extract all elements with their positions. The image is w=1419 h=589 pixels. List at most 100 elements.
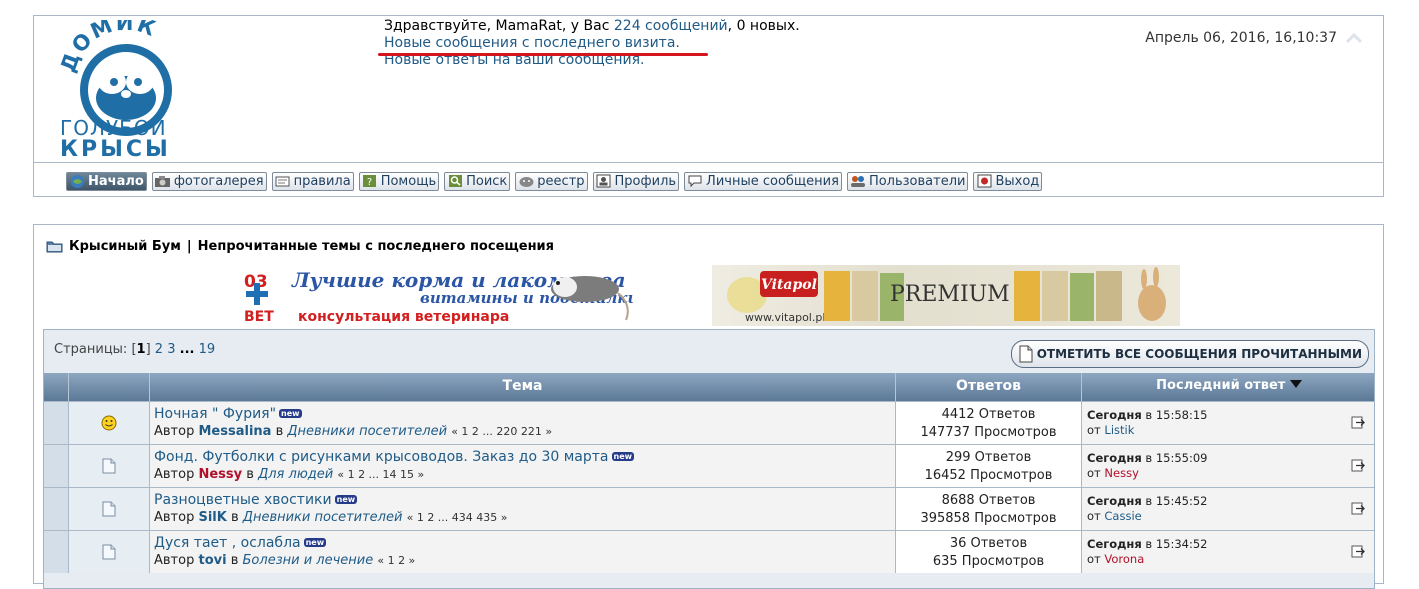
exit-icon [974, 173, 994, 190]
last-post-user-link[interactable]: Cassie [1104, 509, 1141, 523]
nav-logout-label: Выход [995, 173, 1040, 189]
topic-pages[interactable]: « 1 2 ... 14 15 » [337, 468, 424, 481]
breadcrumb-separator: | [186, 239, 192, 254]
last-post-cell: Сегодня в 15:34:52 от Vorona [1081, 531, 1374, 573]
topic-pages[interactable]: « 1 2 ... 220 221 » [451, 425, 552, 438]
table-row: Разноцветные хвостики new Автор SilK в Дн… [44, 487, 1374, 530]
topic-meta: Автор tovi в Болезни и лечение « 1 2 » [154, 553, 895, 568]
scroll-icon [273, 173, 293, 190]
svg-text:консультация ветеринара: консультация ветеринара [298, 309, 509, 325]
topic-link[interactable]: Фонд. Футболки с рисунками крысоводов. З… [154, 449, 609, 465]
topic-meta: Автор SilK в Дневники посетителей « 1 2 … [154, 510, 895, 525]
pet-food-banner[interactable]: 03 ВЕТ Лучшие корма и лакомства витамины… [240, 265, 638, 326]
nav-users[interactable]: Пользователи [846, 171, 969, 191]
goto-last-post-icon[interactable] [1351, 502, 1365, 515]
table-header: Тема Ответов Последний ответ [44, 373, 1374, 401]
nav-home-label: Начало [88, 173, 144, 189]
subforum-link[interactable]: Болезни и лечение [243, 553, 374, 568]
search-icon [445, 173, 465, 190]
new-badge[interactable]: new [334, 495, 358, 504]
nav-users-label: Пользователи [868, 173, 966, 189]
topic-link[interactable]: Разноцветные хвостики [154, 492, 332, 508]
row-status-cell [44, 445, 68, 487]
site-logo[interactable]: ДОМИК ГОЛУБОЙ КРЫСЫ [56, 20, 196, 160]
subforum-link[interactable]: Для людей [258, 467, 333, 482]
nav-gallery-label: фотогалерея [173, 173, 264, 189]
stats-cell: 4412 Ответов 147737 Просмотров [895, 402, 1081, 444]
topic-pages[interactable]: « 1 2 ... 434 435 » [407, 511, 508, 524]
reply-count: 36 Ответов [949, 536, 1028, 551]
nav-gallery[interactable]: фотогалерея [151, 171, 267, 191]
page-link-last[interactable]: 19 [199, 342, 216, 357]
topic-link[interactable]: Дуся тает , ослабла [154, 535, 301, 551]
nav-help-label: Помощь [380, 173, 437, 189]
stats-cell: 36 Ответов 635 Просмотров [895, 531, 1081, 573]
table-row: Ночная " Фурия" new Автор Messalina в Дне… [44, 401, 1374, 444]
author-link[interactable]: SilK [198, 510, 226, 525]
last-post-user-link[interactable]: Listik [1104, 423, 1134, 437]
author-link[interactable]: Nessy [198, 467, 242, 482]
breadcrumb-forum-link[interactable]: Крысиный Бум [69, 239, 181, 254]
table-row: Дуся тает , ослабла new Автор tovi в Боле… [44, 530, 1374, 573]
in-word: в [230, 510, 239, 525]
last-post-day: Сегодня [1087, 494, 1142, 508]
messages-count-link[interactable]: 224 сообщений [614, 18, 728, 34]
row-icon-cell [68, 445, 149, 487]
page-link[interactable]: 3 [167, 342, 175, 357]
nav-logout[interactable]: Выход [973, 171, 1043, 191]
last-post-day: Сегодня [1087, 408, 1142, 422]
vitapol-banner[interactable]: Vitapol www.vitapol.pl PREMIUM [712, 265, 1180, 326]
header-last-post[interactable]: Последний ответ [1081, 373, 1376, 401]
new-badge[interactable]: new [611, 452, 635, 461]
author-link[interactable]: Messalina [198, 424, 271, 439]
goto-last-post-icon[interactable] [1351, 416, 1365, 429]
mark-all-read-button[interactable]: ОТМЕТИТЬ ВСЕ СООБЩЕНИЯ ПРОЧИТАННЫМИ [1010, 340, 1369, 368]
nav-home[interactable]: Начало [66, 171, 147, 191]
header-topic[interactable]: Тема [149, 373, 895, 401]
topic-cell: Разноцветные хвостики new Автор SilK в Дн… [149, 488, 895, 530]
view-count: 395858 Просмотров [920, 511, 1057, 526]
goto-last-post-icon[interactable] [1351, 459, 1365, 472]
svg-text:КРЫСЫ: КРЫСЫ [60, 137, 171, 160]
last-post-from: от [1087, 466, 1101, 480]
nav-rules-label: правила [293, 173, 351, 189]
breadcrumb: Крысиный Бум | Непрочитанные темы с посл… [46, 239, 554, 254]
topic-pages[interactable]: « 1 2 » [377, 554, 415, 567]
reply-count: 299 Ответов [945, 450, 1032, 465]
row-status-cell [44, 402, 68, 444]
mark-all-read-label: ОТМЕТИТЬ ВСЕ СООБЩЕНИЯ ПРОЧИТАННЫМИ [1036, 347, 1362, 361]
topic-link[interactable]: Ночная " Фурия" [154, 406, 276, 422]
subforum-link[interactable]: Дневники посетителей [243, 510, 403, 525]
new-badge[interactable]: new [279, 409, 302, 418]
last-post-user-link[interactable]: Vorona [1104, 552, 1144, 566]
header-replies[interactable]: Ответов [895, 373, 1081, 401]
reply-count: 8688 Ответов [941, 493, 1036, 508]
stats-cell: 299 Ответов 16452 Просмотров [895, 445, 1081, 487]
highlight-underline [378, 53, 708, 56]
header-divider [34, 162, 1383, 163]
nav-rules[interactable]: правила [271, 171, 354, 191]
nav-messages[interactable]: Личные сообщения [684, 171, 842, 191]
author-link[interactable]: tovi [198, 553, 226, 568]
header-blank-1 [44, 373, 68, 401]
nav-search[interactable]: Поиск [444, 171, 511, 191]
new-since-last-visit-link[interactable]: Новые сообщения с последнего визита. [384, 35, 800, 52]
header-last-post-label: Последний ответ [1156, 378, 1286, 393]
new-badge[interactable]: new [303, 538, 327, 547]
document-icon [102, 501, 116, 517]
page-link[interactable]: 2 [155, 342, 163, 357]
smiley-icon [101, 415, 117, 431]
nav-profile[interactable]: Профиль [592, 171, 680, 191]
document-icon [1019, 345, 1033, 363]
page-ellipsis: ... [179, 342, 195, 357]
vitapol-banner-art: Vitapol www.vitapol.pl PREMIUM [727, 267, 1166, 324]
collapse-header-icon[interactable] [1345, 32, 1363, 46]
last-post-from: от [1087, 423, 1101, 437]
nav-registry[interactable]: реестр [515, 171, 588, 191]
goto-last-post-icon[interactable] [1351, 545, 1365, 558]
topic-cell: Фонд. Футболки с рисунками крысоводов. З… [149, 445, 895, 487]
last-post-user-link[interactable]: Nessy [1104, 466, 1138, 480]
nav-help[interactable]: ? Помощь [358, 171, 440, 191]
main-nav: Начало фотогалерея правила ? Помощь Поис… [66, 171, 1043, 191]
subforum-link[interactable]: Дневники посетителей [287, 424, 447, 439]
